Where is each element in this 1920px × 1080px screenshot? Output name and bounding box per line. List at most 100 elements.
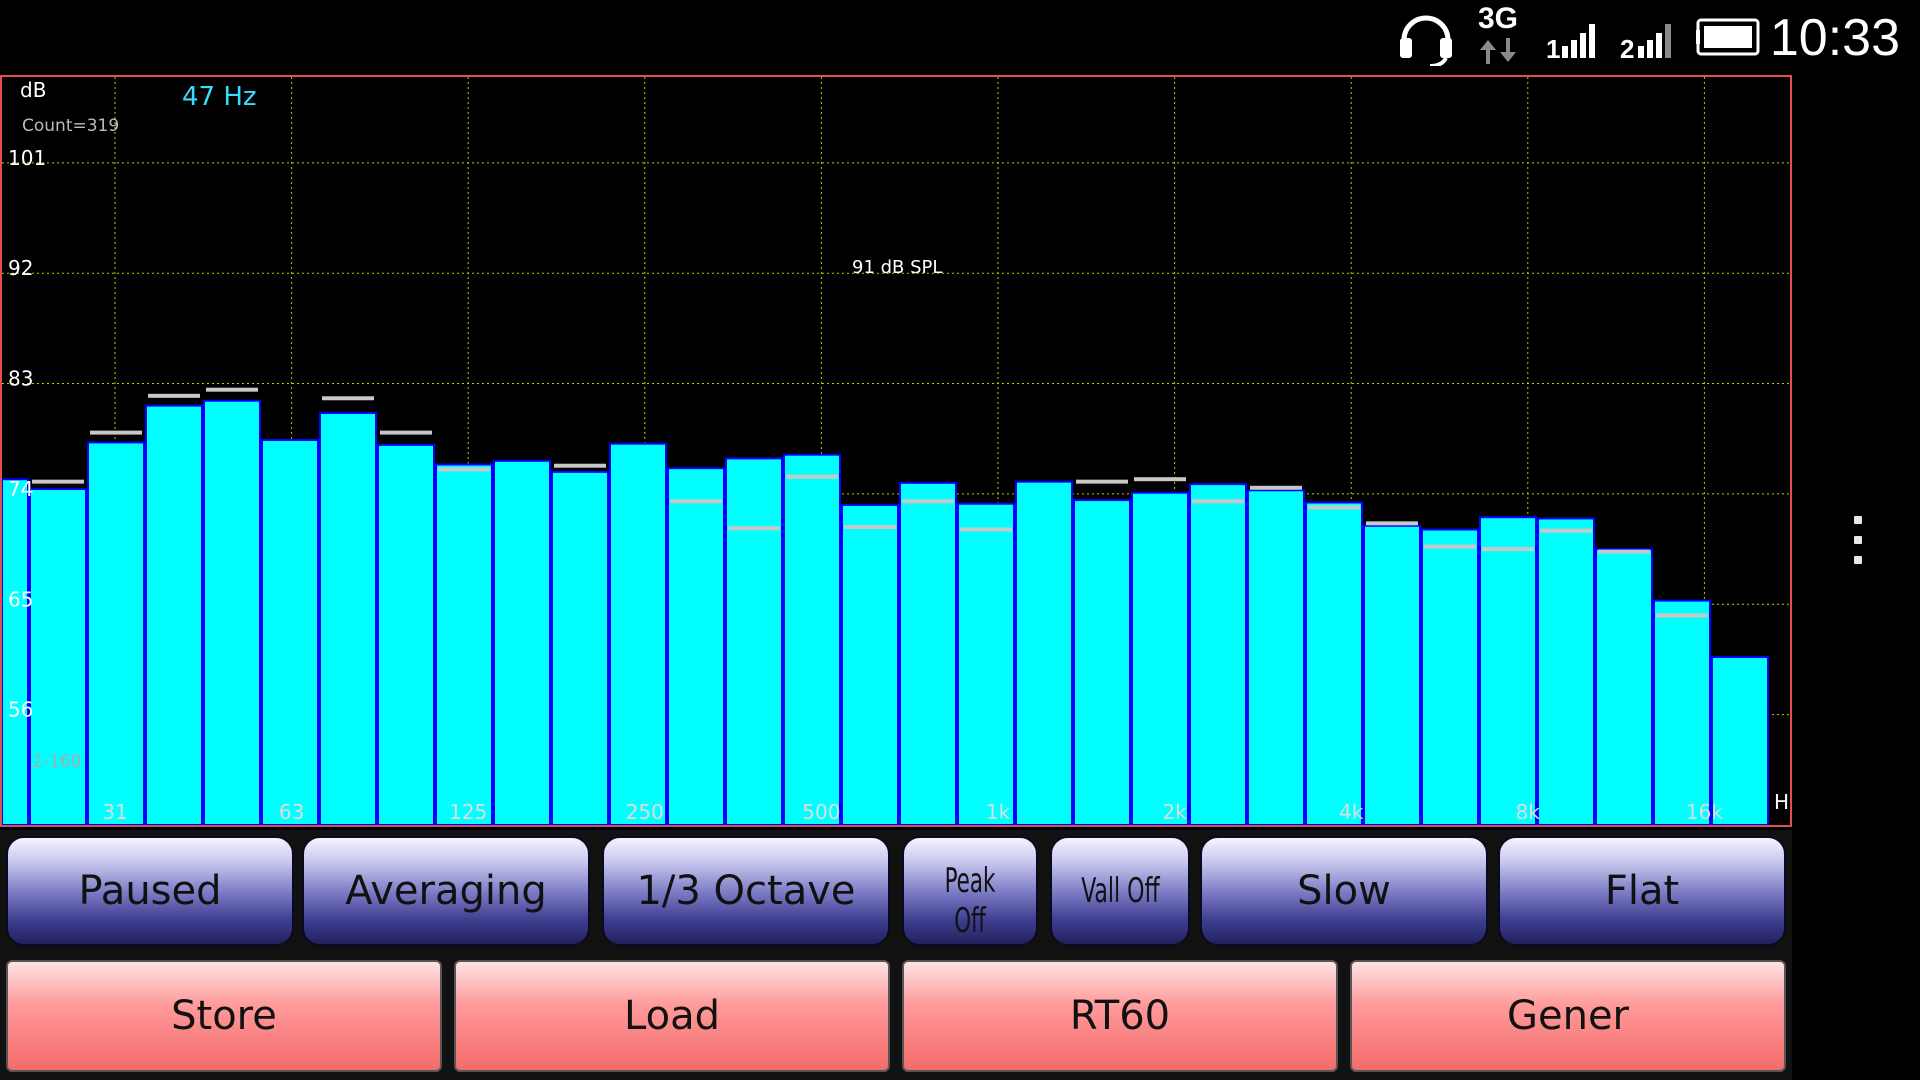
y-tick-label: 83 xyxy=(8,367,33,391)
spectrum-bar xyxy=(725,457,783,825)
spectrum-bar xyxy=(1015,480,1073,825)
x-unit-label: H xyxy=(1774,790,1789,814)
peak-hold-marker xyxy=(1598,549,1650,554)
peak-hold-marker xyxy=(380,430,432,435)
spectrum-bar xyxy=(1189,483,1247,825)
spectrum-bar xyxy=(1247,489,1305,825)
paused-button[interactable]: Paused xyxy=(6,836,294,946)
valley-button[interactable]: Vall Off xyxy=(1050,836,1190,946)
peak-hold-marker xyxy=(960,527,1012,532)
status-clock: 10:33 xyxy=(1769,9,1900,67)
peak-hold-marker xyxy=(844,525,896,530)
peak-hold-marker xyxy=(1250,485,1302,490)
svg-text:1: 1 xyxy=(1546,34,1560,60)
signal-icon: 1 xyxy=(1546,24,1595,60)
spectrum-bar xyxy=(87,441,145,825)
x-tick-label: 125 xyxy=(449,800,487,824)
frequency-readout: 47 Hz xyxy=(182,82,257,112)
spectrum-bar xyxy=(551,470,609,825)
spectrum-bar xyxy=(261,438,319,825)
peak-hold-marker xyxy=(206,387,258,392)
x-tick-label: 8k xyxy=(1516,800,1541,824)
range-label: 2-160 xyxy=(32,752,81,772)
peak-hold-marker xyxy=(786,474,838,479)
network-type-label: 3G xyxy=(1478,2,1519,35)
averaging-button[interactable]: Averaging xyxy=(302,836,590,946)
x-tick-label: 4k xyxy=(1339,800,1364,824)
x-tick-label: 1k xyxy=(986,800,1011,824)
store-button[interactable]: Store xyxy=(6,960,442,1072)
x-tick-label: 2k xyxy=(1162,800,1187,824)
sample-count: Count=319 xyxy=(22,116,119,136)
spectrum-bar xyxy=(145,404,203,825)
spectrum-plot[interactable]: dB 47 Hz Count=319 91 dB SPL 2-160 H 101… xyxy=(2,77,1790,825)
x-tick-label: 500 xyxy=(802,800,840,824)
y-tick-label: 65 xyxy=(8,587,33,611)
octave-button[interactable]: 1/3 Octave xyxy=(602,836,890,946)
spectrum-bar xyxy=(1479,516,1537,825)
status-bar: 3G 1 2 10:33 xyxy=(0,0,1920,74)
overflow-menu-icon[interactable] xyxy=(1846,510,1870,570)
spectrum-bar xyxy=(319,411,377,825)
y-tick-label: 92 xyxy=(8,256,33,280)
peak-hold-marker xyxy=(1656,613,1708,618)
spectrum-bar xyxy=(29,488,87,825)
headset-icon xyxy=(1400,15,1452,66)
peak-hold-marker xyxy=(1076,479,1128,484)
x-tick-label: 63 xyxy=(279,800,304,824)
peak-hold-marker xyxy=(1482,547,1534,552)
peak-hold-marker xyxy=(902,499,954,504)
control-toolbar-bottom: Store Load RT60 Gener xyxy=(0,954,1792,1080)
spectrum-bar xyxy=(667,467,725,825)
spectrum-bar xyxy=(1653,599,1711,825)
svg-text:2: 2 xyxy=(1620,34,1634,60)
spectrum-bar xyxy=(377,443,435,825)
spectrum-bar xyxy=(1421,528,1479,825)
spectrum-bar xyxy=(841,503,899,825)
peak-hold-marker xyxy=(148,393,200,398)
slow-button[interactable]: Slow xyxy=(1200,836,1488,946)
signal-icon: 2 xyxy=(1620,24,1671,60)
y-tick-label: 56 xyxy=(8,698,33,722)
peak-hold-marker xyxy=(90,430,142,435)
spectrum-bar xyxy=(1595,548,1653,825)
data-transfer-icon xyxy=(1480,38,1516,64)
spectrum-bar xyxy=(435,463,493,825)
control-toolbar-top: Paused Averaging 1/3 Octave Peak Off Val… xyxy=(0,830,1792,954)
peak-hold-marker xyxy=(32,479,84,484)
spl-readout: 91 dB SPL xyxy=(852,257,942,278)
battery-icon xyxy=(1696,18,1760,56)
generator-button[interactable]: Gener xyxy=(1350,960,1786,1072)
spectrum-bar xyxy=(1131,491,1189,825)
spectrum-bar xyxy=(1363,524,1421,825)
peak-hold-marker xyxy=(728,526,780,531)
peak-hold-marker xyxy=(1424,544,1476,549)
y-tick-label: 101 xyxy=(8,146,46,170)
y-unit-label: dB xyxy=(20,78,46,102)
peak-hold-marker xyxy=(1366,521,1418,526)
spectrum-bar xyxy=(1537,517,1595,825)
peak-hold-marker xyxy=(1192,499,1244,504)
peak-hold-marker xyxy=(1134,477,1186,482)
spectrum-bar xyxy=(957,502,1015,825)
spectrum-bar xyxy=(899,481,957,825)
spectrum-bar xyxy=(783,453,841,825)
spectrum-bar xyxy=(609,442,667,825)
peak-hold-marker xyxy=(670,499,722,504)
x-tick-label: 16k xyxy=(1686,800,1723,824)
peak-hold-marker xyxy=(1308,505,1360,510)
peak-hold-marker xyxy=(554,463,606,468)
peak-hold-marker xyxy=(438,467,490,472)
rt60-button[interactable]: RT60 xyxy=(902,960,1338,1072)
spectrum-bar xyxy=(1305,501,1363,825)
x-tick-label: 250 xyxy=(626,800,664,824)
spectrum-bar xyxy=(2,478,29,825)
spectrum-bar xyxy=(1073,499,1131,825)
flat-button[interactable]: Flat xyxy=(1498,836,1786,946)
peak-hold-marker xyxy=(322,396,374,401)
spectrum-analyzer[interactable]: dB 47 Hz Count=319 91 dB SPL 2-160 H 101… xyxy=(0,75,1792,827)
load-button[interactable]: Load xyxy=(454,960,890,1072)
peak-button[interactable]: Peak Off xyxy=(902,836,1038,946)
peak-hold-marker xyxy=(1540,528,1592,533)
spectrum-bar xyxy=(203,399,261,825)
